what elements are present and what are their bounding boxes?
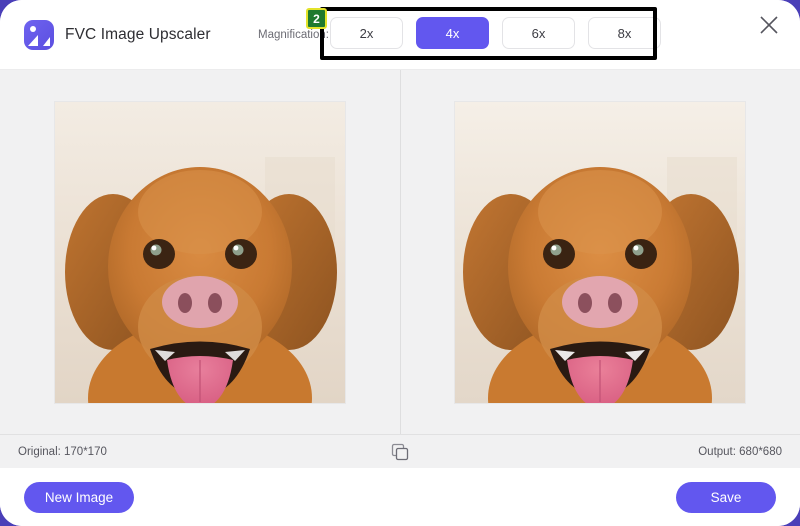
logo-mountain-large [28,34,38,46]
brand: FVC Image Upscaler [24,19,211,50]
magnification-option-6x[interactable]: 6x [502,17,575,49]
original-dog-photo [55,101,345,403]
upscaler-window: FVC Image Upscaler Magnification: 2x 4x … [0,0,800,526]
window-footer: New Image Save [0,468,800,526]
magnification-option-4x[interactable]: 4x [416,17,489,49]
magnification-options[interactable]: 2x 4x 6x 8x [330,17,661,49]
magnification-option-2x[interactable]: 2x [330,17,403,49]
original-pane [0,70,400,434]
original-size-label: Original: 170*170 [18,445,107,458]
output-size-label: Output: 680*680 [698,445,782,458]
preview-area [0,70,800,434]
output-pane [400,70,800,434]
logo-sun [30,25,36,32]
image-photo-icon [24,19,54,50]
upscaled-dog-photo [455,101,745,403]
window-header: FVC Image Upscaler Magnification: 2x 4x … [0,0,800,70]
duplicate-squares-icon[interactable] [391,443,409,461]
magnification-label: Magnification: [258,29,329,41]
logo-mountain-small [43,36,50,46]
page-title: FVC Image Upscaler [65,25,211,43]
magnification-option-8x[interactable]: 8x [588,17,661,49]
step-badge: 2 [306,8,327,29]
new-image-button[interactable]: New Image [24,481,134,513]
close-icon[interactable] [752,8,786,42]
save-button[interactable]: Save [676,481,776,513]
status-bar: Original: 170*170 Output: 680*680 [0,434,800,468]
